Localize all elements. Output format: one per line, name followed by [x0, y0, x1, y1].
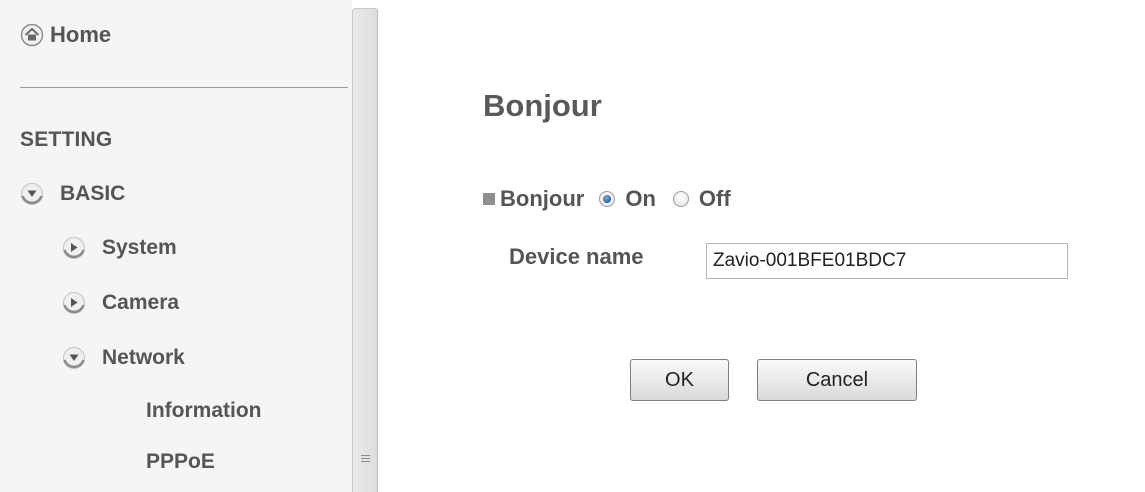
- nav-item-pppoe[interactable]: PPPoE: [146, 450, 215, 474]
- cancel-button[interactable]: Cancel: [757, 359, 917, 401]
- chevron-right-icon: [63, 237, 85, 259]
- bonjour-off-label: Off: [698, 186, 731, 211]
- bonjour-off-radio[interactable]: [672, 191, 689, 207]
- chevron-down-icon: [21, 183, 43, 205]
- home-link[interactable]: Home: [20, 22, 111, 48]
- nav-item-camera-label: Camera: [102, 291, 180, 314]
- nav-item-camera[interactable]: Camera: [62, 291, 179, 315]
- ok-button[interactable]: OK: [630, 359, 729, 401]
- nav-item-system-label: System: [102, 236, 177, 259]
- home-icon: [20, 23, 44, 47]
- bonjour-on-radio[interactable]: [599, 191, 616, 207]
- nav-item-network-label: Network: [102, 346, 185, 369]
- sidebar-divider: [20, 87, 348, 88]
- page-title: Bonjour: [483, 88, 602, 123]
- nav-item-system[interactable]: System: [62, 236, 177, 260]
- nav-item-basic-label: BASIC: [60, 182, 126, 205]
- home-label: Home: [50, 22, 112, 47]
- device-name-input[interactable]: [706, 243, 1068, 279]
- sidebar: Home SETTING BASIC System Camera Network…: [0, 0, 352, 492]
- bullet-icon: [483, 193, 495, 205]
- bonjour-label: Bonjour: [500, 186, 585, 211]
- nav-item-basic[interactable]: BASIC: [20, 182, 125, 206]
- bonjour-on-label: On: [625, 186, 656, 211]
- bonjour-row: Bonjour On Off: [483, 186, 731, 212]
- nav-item-information[interactable]: Information: [146, 399, 262, 423]
- device-name-row: Device name: [509, 244, 644, 270]
- setting-section-title: SETTING: [20, 128, 113, 151]
- device-name-label: Device name: [509, 244, 644, 269]
- nav-item-network[interactable]: Network: [62, 346, 185, 370]
- sidebar-scrollbar[interactable]: [352, 8, 378, 492]
- chevron-right-icon: [63, 292, 85, 314]
- chevron-down-icon: [63, 347, 85, 369]
- scrollbar-grip-icon: [361, 455, 370, 464]
